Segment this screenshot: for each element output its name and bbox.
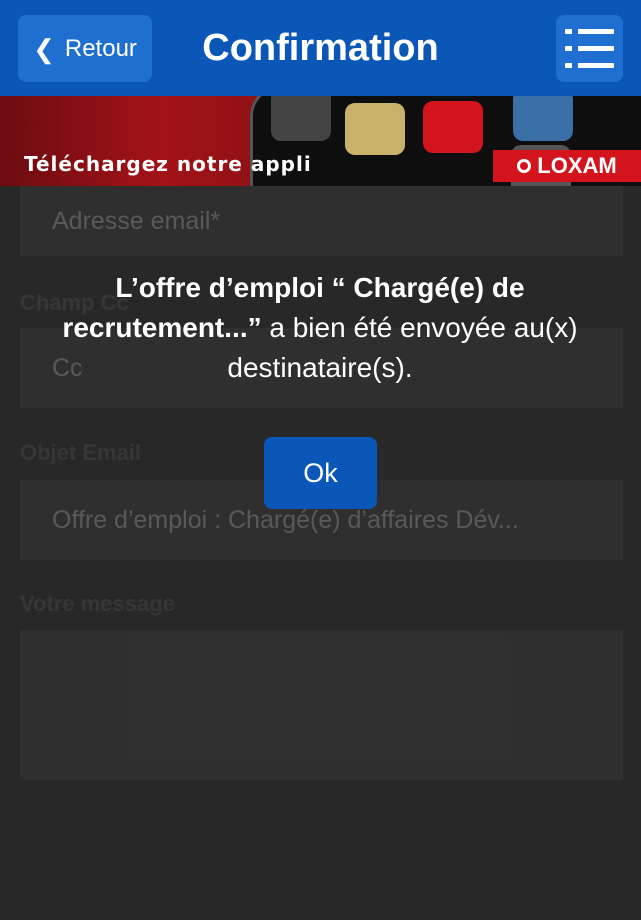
app-banner[interactable]: Téléchargez notre appli LOXAM bbox=[0, 96, 641, 186]
confirmation-message: L’offre d’emploi “ Chargé(e) de recrutem… bbox=[60, 268, 580, 388]
page-title: Confirmation bbox=[202, 27, 439, 69]
back-label: Retour bbox=[64, 34, 137, 62]
dictaphone-app-icon bbox=[271, 96, 331, 141]
weather-app-icon bbox=[513, 96, 573, 141]
ok-button[interactable]: Ok bbox=[264, 437, 377, 509]
brand-logo: LOXAM bbox=[493, 150, 641, 182]
notes-app-icon bbox=[345, 103, 405, 155]
menu-button[interactable] bbox=[556, 15, 623, 82]
banner-text: Téléchargez notre appli bbox=[24, 152, 312, 176]
back-button[interactable]: ❮ Retour bbox=[18, 15, 152, 82]
loxam-logo-icon bbox=[517, 159, 532, 173]
chevron-left-icon: ❮ bbox=[33, 33, 55, 64]
loxam-app-icon bbox=[423, 101, 483, 153]
brand-name: LOXAM bbox=[537, 153, 617, 178]
confirmation-message-rest: a bien été envoyée au(x) destinataire(s)… bbox=[227, 312, 578, 383]
header-bar: ❮ Retour Confirmation bbox=[0, 0, 641, 96]
